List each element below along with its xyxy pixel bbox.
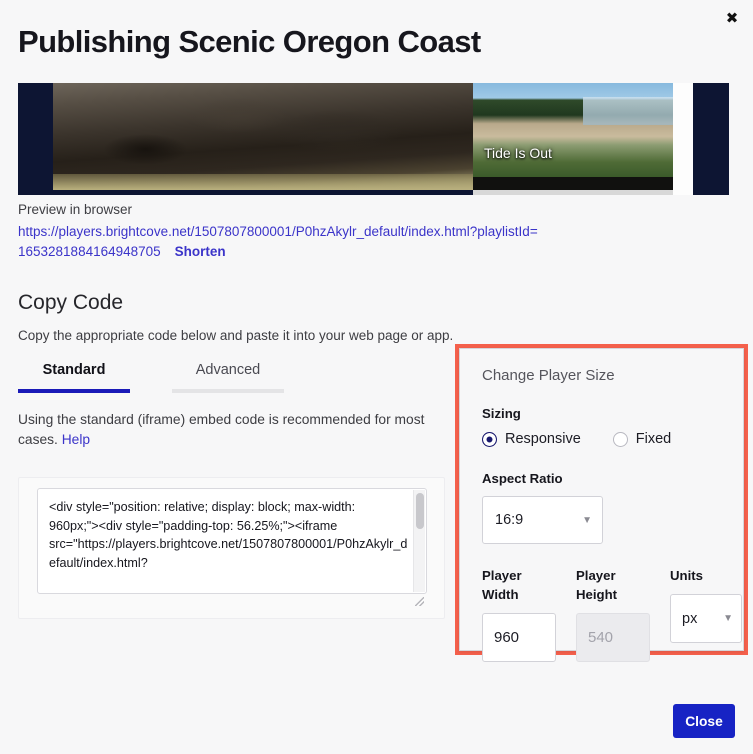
radio-unselected-icon [612,431,628,447]
tab-advanced[interactable]: Advanced [172,362,284,393]
video-caption: Tide Is Out [484,145,552,161]
video-thumbnail-right [473,83,673,190]
sizing-label: Sizing [482,406,521,421]
embed-code-tabs: Standard Advanced [18,362,326,393]
aspect-ratio-value: 16:9 [495,512,524,528]
video-panel-scrollbar[interactable] [473,190,673,195]
preview-url-link[interactable]: https://players.brightcove.net/150780780… [18,224,538,259]
video-caption-bar [473,177,673,190]
radio-fixed[interactable]: Fixed [612,431,672,447]
sizing-radio-group: Responsive Fixed [482,431,721,447]
preview-url-block: https://players.brightcove.net/150780780… [18,222,538,262]
page-title: Publishing Scenic Oregon Coast [18,24,481,59]
radio-responsive-label: Responsive [505,431,581,447]
units-select[interactable]: px ▼ [670,594,742,643]
embed-code-textarea[interactable]: <div style="position: relative; display:… [37,488,427,594]
scrollbar-thumb[interactable] [416,493,424,529]
player-height-label: Player Height [576,568,618,602]
units-value: px [682,610,698,627]
tab-standard[interactable]: Standard [18,362,130,393]
units-label: Units [670,568,703,583]
embed-code-scrollbar[interactable] [413,490,425,592]
player-width-group: Player Width [482,566,556,662]
video-panel-edge [673,83,693,195]
help-link[interactable]: Help [62,432,90,447]
shorten-link[interactable]: Shorten [175,244,226,259]
player-width-input[interactable] [482,613,556,662]
dimensions-row: Player Width Player Height Units px ▼ [482,566,742,662]
video-thumbnail-left [53,83,473,190]
preview-in-browser-label: Preview in browser [18,202,133,217]
close-button[interactable]: Close [673,704,735,738]
copy-code-subheading: Copy the appropriate code below and past… [18,328,454,343]
player-height-group: Player Height [576,566,650,662]
radio-responsive[interactable]: Responsive [482,431,581,447]
player-width-label: Player Width [482,568,522,602]
radio-selected-icon [482,431,497,447]
player-height-input [576,613,650,662]
units-group: Units px ▼ [670,566,742,643]
close-icon[interactable]: ✖ [719,5,745,31]
copy-code-heading: Copy Code [18,291,124,314]
radio-fixed-label: Fixed [635,431,672,447]
tab-description: Using the standard (iframe) embed code i… [18,410,448,450]
panel-title: Change Player Size [482,367,615,384]
change-player-size-highlight: Change Player Size Sizing Responsive Fix… [455,344,748,662]
embed-code-container: <div style="position: relative; display:… [18,477,445,619]
chevron-down-icon: ▼ [582,514,592,526]
textarea-resize-handle[interactable] [415,597,424,606]
chevron-down-icon: ▼ [723,613,733,624]
change-player-size-panel: Change Player Size Sizing Responsive Fix… [459,348,744,662]
video-preview[interactable]: Tide Is Out [18,83,729,195]
aspect-ratio-select[interactable]: 16:9 ▼ [482,496,603,544]
aspect-ratio-label: Aspect Ratio [482,471,563,486]
